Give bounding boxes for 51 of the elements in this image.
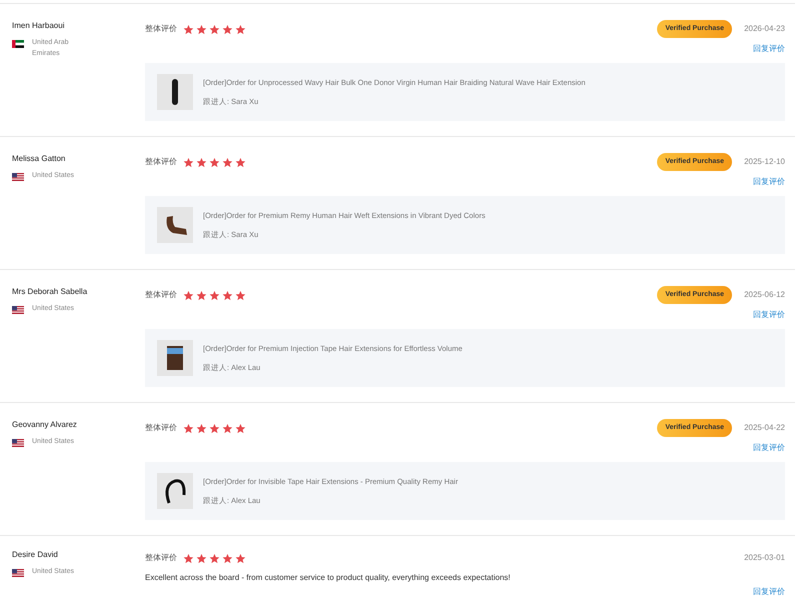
flag-icon — [12, 40, 24, 48]
review-date: 2025-03-01 — [744, 552, 785, 564]
flag-icon — [12, 439, 24, 447]
star-icon — [235, 290, 246, 300]
flag-icon — [12, 569, 24, 577]
rating-label: 整体评价 — [145, 552, 177, 564]
star-icon — [196, 156, 207, 168]
review-comment: Excellent across the board - from customer service to product quality, everything exceeds expectations! — [145, 572, 512, 583]
reviewer-name: Imen Harbaoui — [12, 21, 66, 31]
review-date: 2026-04-23 — [744, 23, 785, 35]
review-date: 2025-12-10 — [744, 156, 785, 168]
star-icon — [183, 422, 194, 434]
flag-icon — [12, 306, 24, 314]
reviewer-name: Geovanny Alvarez — [12, 420, 78, 430]
star-icon — [209, 290, 220, 300]
star-icon — [183, 156, 194, 168]
star-icon — [222, 24, 233, 34]
star-icon — [222, 290, 233, 300]
rating-label: 整体评价 — [145, 156, 177, 168]
rating-label: 整体评价 — [145, 289, 177, 301]
star-icon — [196, 422, 207, 434]
star-icon — [209, 422, 220, 434]
reply-review-link[interactable]: 回复评价 — [753, 586, 785, 597]
star-icon — [222, 156, 233, 168]
review-date: 2025-04-22 — [744, 422, 785, 434]
star-icon — [183, 290, 194, 300]
reviewer-name: Melissa Gatton — [12, 154, 66, 164]
reply-review-link[interactable]: 回复评价 — [753, 176, 785, 188]
star-icon — [235, 422, 246, 434]
reply-review-link[interactable]: 回复评价 — [753, 43, 785, 55]
star-icon — [235, 24, 246, 34]
rating-label: 整体评价 — [145, 422, 177, 434]
review-date: 2025-06-12 — [744, 289, 785, 301]
star-icon — [183, 24, 194, 34]
flag-icon — [12, 173, 24, 181]
star-icon — [235, 552, 246, 564]
star-icon — [196, 24, 207, 34]
rating-label: 整体评价 — [145, 23, 177, 35]
reply-review-link[interactable]: 回复评价 — [753, 442, 785, 454]
star-icon — [183, 552, 194, 564]
star-icon — [196, 552, 207, 564]
star-icon — [209, 552, 220, 564]
star-icon — [235, 156, 246, 168]
star-icon — [196, 290, 207, 300]
reply-review-link[interactable]: 回复评价 — [753, 309, 785, 321]
reviewer-name: Mrs Deborah Sabella — [12, 287, 88, 297]
star-icon — [222, 552, 233, 564]
star-icon — [222, 422, 233, 434]
star-icon — [209, 156, 220, 168]
star-icon — [209, 24, 220, 34]
reviewer-name: Desire David — [12, 550, 59, 560]
